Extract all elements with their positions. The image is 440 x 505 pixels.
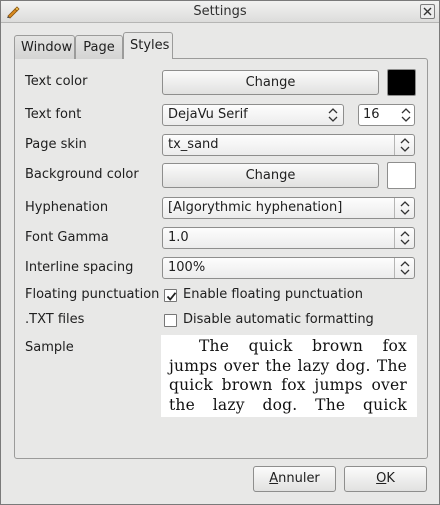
floating-punctuation-checkbox-label[interactable]: Enable floating punctuation	[183, 287, 363, 302]
updown-arrow-icon	[323, 105, 343, 125]
floating-punctuation-label: Floating punctuation	[25, 287, 160, 302]
updown-arrow-icon	[394, 198, 414, 218]
checkmark-icon	[166, 292, 177, 301]
text-color-change-button[interactable]: Change	[162, 70, 379, 95]
window-title: Settings	[193, 4, 247, 19]
background-color-change-button[interactable]: Change	[162, 163, 379, 188]
disable-formatting-checkbox-label[interactable]: Disable automatic formatting	[183, 312, 374, 327]
tab-window[interactable]: Window	[14, 35, 75, 59]
text-font-select[interactable]: DejaVu Serif	[162, 104, 344, 126]
sample-label: Sample	[25, 340, 74, 355]
text-font-value: DejaVu Serif	[168, 107, 248, 122]
page-skin-label: Page skin	[25, 137, 87, 152]
font-size-spinbox[interactable]: 16	[358, 104, 415, 126]
sample-preview: The quick brown fox jumps over the lazy …	[161, 335, 417, 417]
font-gamma-label: Font Gamma	[25, 230, 109, 245]
title-bar[interactable]: Settings	[1, 1, 439, 23]
hyphenation-value: [Algorythmic hyphenation]	[168, 200, 343, 215]
interline-spacing-value: 100%	[168, 260, 206, 275]
tab-page[interactable]: Page	[75, 35, 123, 59]
font-gamma-value: 1.0	[168, 230, 189, 245]
interline-spacing-select[interactable]: 100%	[162, 257, 415, 279]
txt-files-label: .TXT files	[25, 312, 85, 327]
ok-button-label: OK	[376, 471, 395, 486]
text-color-swatch[interactable]	[387, 69, 416, 96]
text-font-label: Text font	[25, 107, 82, 122]
hyphenation-label: Hyphenation	[25, 200, 109, 215]
tab-styles[interactable]: Styles	[123, 32, 173, 59]
page-skin-select[interactable]: tx_sand	[162, 134, 415, 156]
sample-text: The quick brown fox jumps over the lazy …	[169, 337, 407, 417]
close-icon[interactable]	[420, 4, 435, 19]
floating-punctuation-checkbox[interactable]	[164, 289, 177, 302]
updown-arrow-icon	[394, 228, 414, 248]
background-color-swatch[interactable]	[387, 162, 416, 189]
spin-arrows-icon[interactable]	[400, 108, 412, 122]
page-skin-value: tx_sand	[168, 137, 219, 152]
settings-dialog: Settings Window Page Styles Text color C…	[0, 0, 440, 505]
font-size-value: 16	[363, 107, 380, 122]
disable-formatting-checkbox[interactable]	[164, 314, 177, 327]
background-color-label: Background color	[25, 167, 139, 182]
updown-arrow-icon	[394, 258, 414, 278]
updown-arrow-icon	[394, 135, 414, 155]
cancel-button-label: Annuler	[269, 471, 320, 486]
text-color-label: Text color	[25, 74, 88, 89]
font-gamma-select[interactable]: 1.0	[162, 227, 415, 249]
cancel-button[interactable]: Annuler	[253, 466, 336, 492]
hyphenation-select[interactable]: [Algorythmic hyphenation]	[162, 197, 415, 219]
ok-button[interactable]: OK	[344, 466, 427, 492]
interline-spacing-label: Interline spacing	[25, 260, 134, 275]
